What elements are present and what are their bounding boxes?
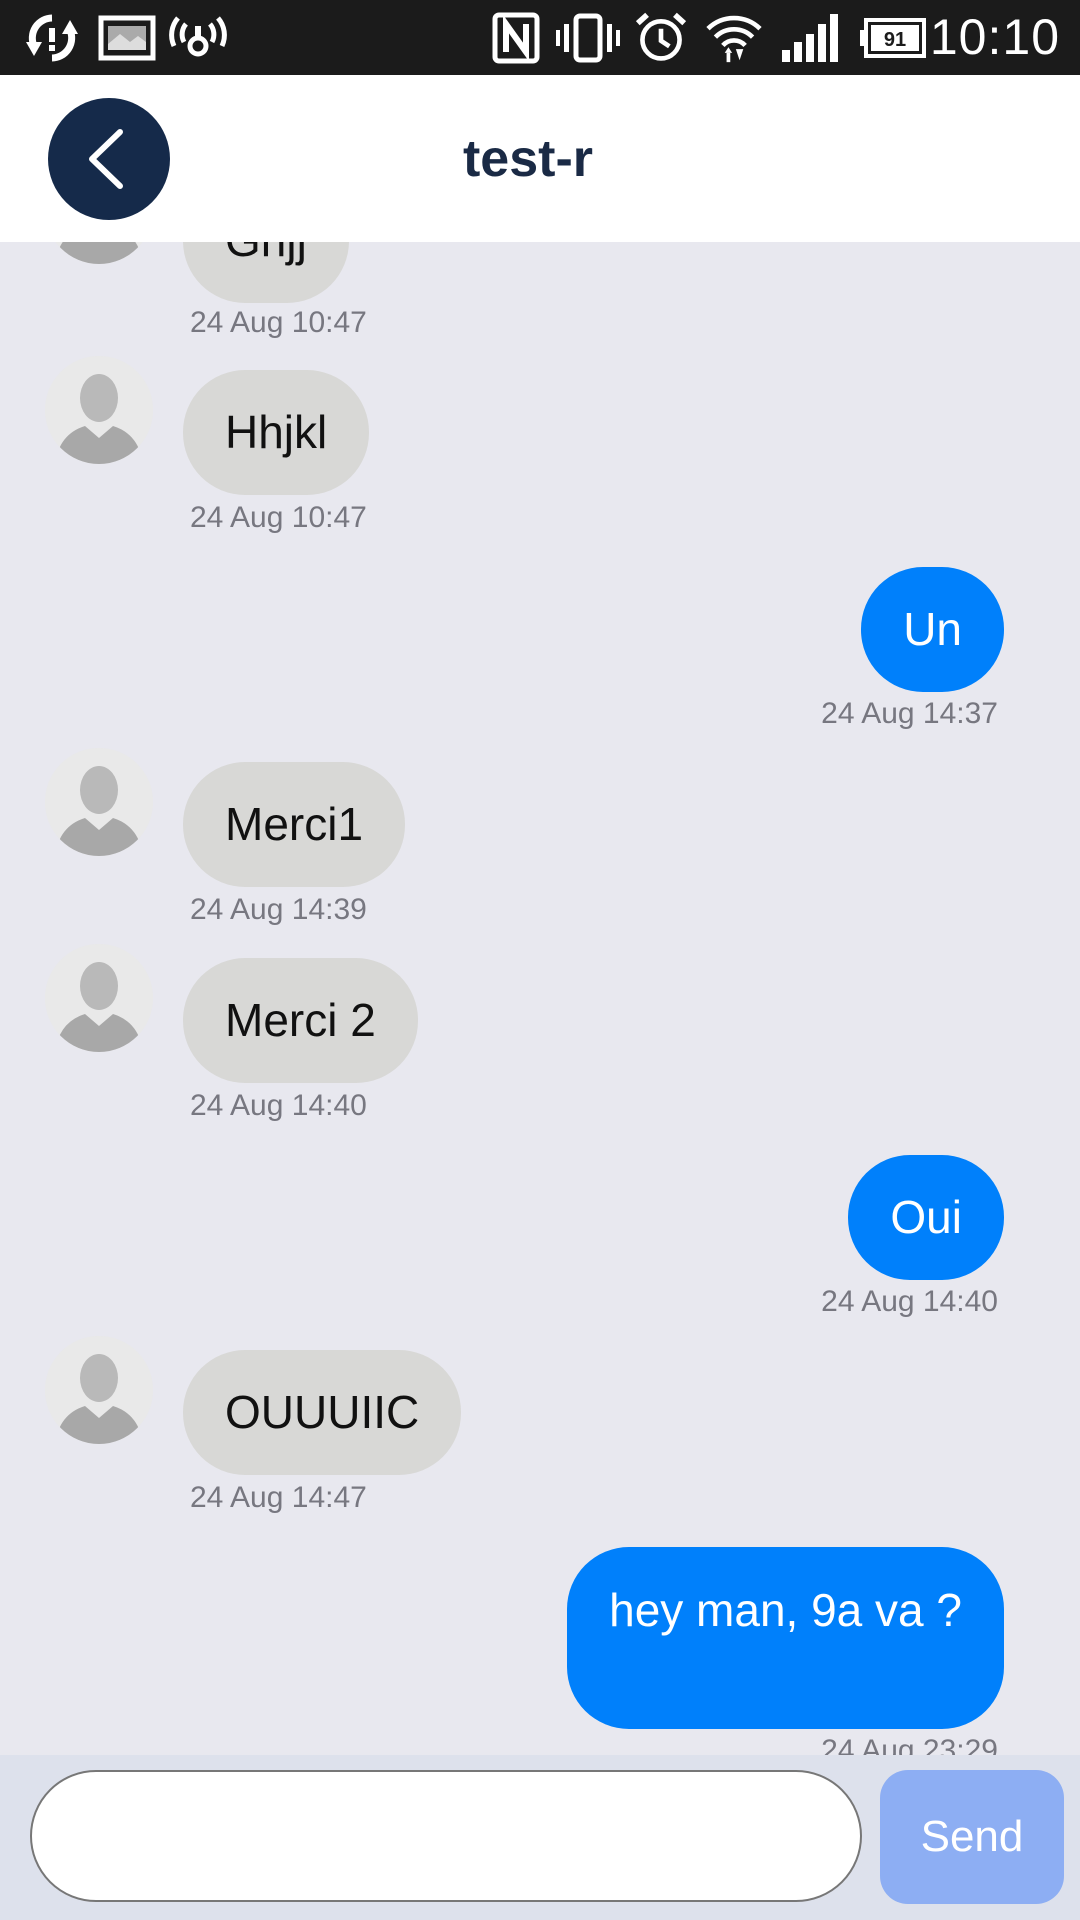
message-timestamp: 24 Aug 10:47 bbox=[190, 306, 367, 339]
message-bubble-incoming[interactable]: Hhjkl bbox=[183, 370, 370, 495]
battery-level: 91 bbox=[884, 29, 906, 51]
wifi-icon bbox=[706, 15, 762, 63]
composer-bar: Send bbox=[0, 1755, 1080, 1920]
message-input[interactable] bbox=[30, 1770, 862, 1902]
vibrate-icon bbox=[556, 13, 620, 63]
message-text: Ghjj bbox=[225, 242, 307, 266]
status-time: 10:10 bbox=[929, 9, 1060, 65]
message-timestamp: 24 Aug 14:37 bbox=[821, 697, 998, 730]
message-timestamp: 24 Aug 14:47 bbox=[190, 1481, 367, 1514]
message-timestamp: 24 Aug 14:39 bbox=[190, 893, 367, 926]
message-text: Merci1 bbox=[225, 798, 364, 850]
message-text: hey man, 9a va ? bbox=[609, 1584, 962, 1636]
avatar bbox=[45, 1336, 153, 1444]
message-bubble-incoming[interactable]: Ghjj bbox=[183, 242, 349, 303]
avatar bbox=[45, 748, 153, 856]
hotspot-icon bbox=[169, 16, 227, 57]
message-list[interactable]: Ghjj 24 Aug 10:47 Hhjkl 24 Aug 10:47 Un … bbox=[0, 242, 1080, 1755]
user-silhouette-icon bbox=[45, 356, 153, 464]
message-bubble-incoming[interactable]: Merci 2 bbox=[183, 958, 418, 1083]
user-silhouette-icon bbox=[45, 748, 153, 856]
message-text: OUUUIIC bbox=[225, 1386, 420, 1438]
message-bubble-outgoing[interactable]: hey man, 9a va ? bbox=[567, 1547, 1004, 1729]
message-text: Un bbox=[903, 603, 962, 655]
gallery-icon bbox=[98, 15, 156, 61]
alarm-icon bbox=[635, 12, 687, 61]
page-title: test-r bbox=[462, 130, 594, 188]
message-bubble-outgoing[interactable]: Un bbox=[861, 567, 1004, 692]
status-bar: 91 10:10 bbox=[0, 0, 1080, 75]
send-button[interactable]: Send bbox=[880, 1770, 1064, 1904]
message-text: Oui bbox=[890, 1191, 962, 1243]
message-timestamp: 24 Aug 14:40 bbox=[821, 1285, 998, 1318]
user-silhouette-icon bbox=[45, 242, 153, 264]
user-silhouette-icon bbox=[45, 1336, 153, 1444]
signal-icon bbox=[782, 14, 838, 62]
message-bubble-incoming[interactable]: OUUUIIC bbox=[183, 1350, 462, 1475]
message-timestamp: 24 Aug 14:40 bbox=[190, 1089, 367, 1122]
avatar bbox=[45, 356, 153, 464]
nfc-icon bbox=[492, 12, 540, 64]
avatar bbox=[45, 944, 153, 1052]
message-timestamp: 24 Aug 23:29 bbox=[821, 1734, 998, 1755]
avatar bbox=[45, 242, 153, 264]
message-text: Hhjkl bbox=[225, 406, 328, 458]
sync-icon bbox=[26, 14, 78, 62]
message-bubble-incoming[interactable]: Merci1 bbox=[183, 762, 406, 887]
battery-icon: 91 bbox=[860, 18, 926, 58]
message-text: Merci 2 bbox=[225, 994, 376, 1046]
message-bubble-outgoing[interactable]: Oui bbox=[848, 1155, 1004, 1280]
chat-header: test-r bbox=[0, 75, 1080, 242]
message-timestamp: 24 Aug 10:47 bbox=[190, 501, 367, 534]
user-silhouette-icon bbox=[45, 944, 153, 1052]
